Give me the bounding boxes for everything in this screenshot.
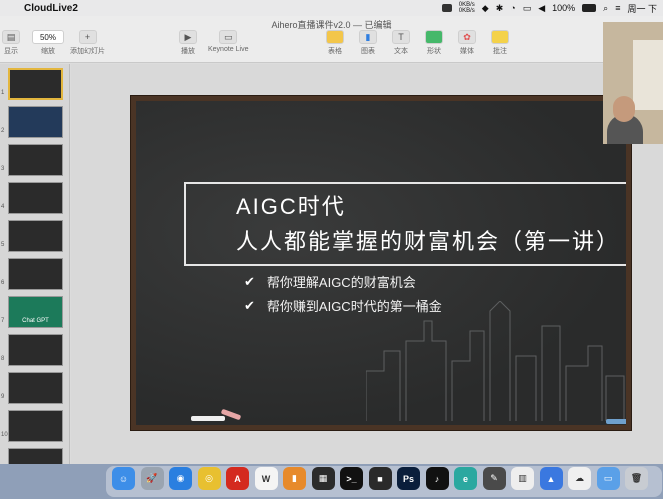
slide-number: 4	[1, 204, 5, 210]
sidebar-icon: ▤	[2, 30, 20, 44]
wifi-icon[interactable]: ◔	[510, 3, 515, 13]
table-icon	[326, 30, 344, 44]
view-button[interactable]: ▤ 显示	[2, 30, 20, 56]
slide-thumbnail[interactable]	[8, 258, 63, 290]
safari-icon[interactable]: ◉	[169, 467, 192, 490]
slide-canvas[interactable]: AIGC时代 人人都能掌握的财富机会（第一讲） ✔ 帮你理解AIGC的财富机会 …	[71, 64, 663, 464]
pen-icon[interactable]: ✎	[482, 467, 506, 490]
edge-icon[interactable]: e	[454, 467, 477, 490]
control-center-icon[interactable]: ≡	[615, 3, 620, 13]
screen: CloudLive2 0KB/s 0KB/s ◆ ✱ ◔ ▭ ◀ 100% ⌕ ≡…	[0, 0, 663, 499]
acrobat-icon[interactable]: A	[226, 467, 249, 490]
bullet-text: 帮你赚到AIGC时代的第一桶金	[266, 299, 442, 314]
slide-number: 9	[1, 394, 5, 400]
chalkboard-slide[interactable]: AIGC时代 人人都能掌握的财富机会（第一讲） ✔ 帮你理解AIGC的财富机会 …	[131, 96, 631, 430]
slide-number: 10	[1, 432, 8, 438]
word-icon[interactable]: W	[254, 467, 278, 490]
slide-thumbnail[interactable]	[8, 220, 63, 252]
slide-thumbnail[interactable]	[8, 182, 63, 214]
volume-icon[interactable]: ◀	[538, 3, 545, 14]
dock: ☺ 🚀 ◉ ◎ A W ▮ ▦ >_ ■ Ps ♪ e ✎ ▥ ▲ ☁ ▭ 🗑	[0, 464, 663, 499]
slide-title-line2: 人人都能掌握的财富机会（第一讲）	[236, 229, 621, 254]
battery-percent[interactable]: 100%	[552, 3, 575, 13]
slide-thumbnail[interactable]	[8, 334, 63, 366]
slide-number: 5	[1, 242, 5, 248]
slide-number: 7	[1, 318, 5, 324]
network-speed: 0KB/s 0KB/s	[458, 2, 475, 14]
shape-button[interactable]: 形状	[425, 30, 443, 56]
checkmark-icon: ✔	[244, 297, 255, 313]
play-button[interactable]: ▶ 播放	[179, 30, 197, 56]
text-button[interactable]: T 文本	[392, 30, 410, 56]
slide-thumbnail[interactable]	[8, 410, 63, 442]
slide-title-line1: AIGC时代	[236, 194, 346, 219]
zoom-value[interactable]: 50%	[32, 30, 64, 44]
slide-thumbnail[interactable]	[8, 68, 63, 100]
slide-number: 8	[1, 356, 5, 362]
slide-thumbnail[interactable]	[8, 106, 63, 138]
chart-icon: ▮	[359, 30, 377, 44]
slide-number: 2	[1, 128, 5, 134]
webcam-overlay	[603, 22, 663, 144]
bullet-item-2: ✔ 帮你赚到AIGC时代的第一桶金	[244, 296, 442, 315]
slide-thumbnail[interactable]: Chat GPT	[8, 296, 63, 328]
title-frame: AIGC时代 人人都能掌握的财富机会（第一讲）	[184, 182, 626, 266]
slide-navigator: 1234567Chat GPT891011	[0, 64, 70, 480]
keynote-live-button[interactable]: ▭ Keynote Live	[208, 30, 248, 53]
zoom-control[interactable]: 50% 缩放	[32, 30, 64, 56]
piano-icon[interactable]: ▥	[511, 467, 534, 490]
chalk-piece	[191, 416, 225, 421]
battery-icon[interactable]	[582, 4, 597, 12]
add-slide-button[interactable]: + 添加幻灯片	[70, 30, 105, 56]
photoshop-icon[interactable]: Ps	[397, 467, 420, 490]
keynote-icon[interactable]: ▲	[539, 467, 563, 490]
books-icon[interactable]: ▮	[283, 467, 306, 490]
chart-button[interactable]: ▮ 图表	[359, 30, 377, 56]
bluetooth-icon[interactable]: ✱	[496, 3, 504, 14]
play-icon: ▶	[179, 30, 197, 44]
slide-thumbnail[interactable]	[8, 372, 63, 404]
dropbox-icon[interactable]: ◆	[482, 3, 489, 14]
slide-number: 6	[1, 280, 5, 286]
screen-record-icon[interactable]	[441, 4, 452, 12]
cloud-icon[interactable]: ☁	[568, 467, 591, 490]
media-icon: ✿	[458, 30, 476, 44]
media-button[interactable]: ✿ 媒体	[458, 30, 476, 56]
slide-number: 3	[1, 166, 5, 172]
airplay-icon[interactable]: ▭	[523, 3, 532, 14]
finder-icon[interactable]: ☺	[112, 467, 135, 490]
presenter-head	[613, 96, 635, 122]
comment-button[interactable]: 批注	[491, 30, 509, 56]
city-skyline-sketch	[366, 301, 625, 421]
thumbnail-label: Chat GPT	[22, 318, 49, 324]
clock[interactable]: 周一 下	[627, 2, 657, 15]
videoeditor-icon[interactable]: ▦	[311, 467, 335, 490]
folder-icon[interactable]: ▭	[596, 467, 620, 490]
keynote-toolbar: Aihero直播课件v2.0 — 已编辑 ▤ 显示 50% 缩放 + 添加幻灯片…	[0, 16, 663, 63]
status-area: 0KB/s 0KB/s ◆ ✱ ◔ ▭ ◀ 100% ⌕ ≡ 周一 下	[441, 0, 657, 16]
menu-bar: CloudLive2 0KB/s 0KB/s ◆ ✱ ◔ ▭ ◀ 100% ⌕ ≡…	[0, 0, 663, 16]
plus-icon: +	[78, 30, 97, 44]
bullet-item-1: ✔ 帮你理解AIGC的财富机会	[244, 272, 416, 291]
search-icon[interactable]: ⌕	[603, 3, 608, 14]
table-button[interactable]: 表格	[326, 30, 344, 56]
facetime-icon[interactable]: ■	[368, 467, 392, 490]
live-icon: ▭	[219, 30, 238, 44]
slide-thumbnail[interactable]	[8, 144, 63, 176]
chalk-piece	[606, 419, 626, 424]
checkmark-icon: ✔	[244, 273, 255, 289]
shape-icon	[425, 30, 443, 44]
bullet-text: 帮你理解AIGC的财富机会	[266, 275, 416, 290]
app-menu[interactable]: CloudLive2	[24, 3, 78, 14]
chrome-icon[interactable]: ◎	[197, 467, 221, 490]
comment-icon	[491, 30, 509, 44]
trash-icon[interactable]: 🗑	[625, 467, 648, 490]
tiktok-icon[interactable]: ♪	[425, 467, 449, 490]
bookshelf	[633, 40, 663, 110]
launchpad-icon[interactable]: 🚀	[140, 467, 164, 490]
terminal-icon[interactable]: >_	[340, 467, 363, 490]
slide-number: 1	[1, 90, 5, 96]
text-icon: T	[392, 30, 410, 44]
